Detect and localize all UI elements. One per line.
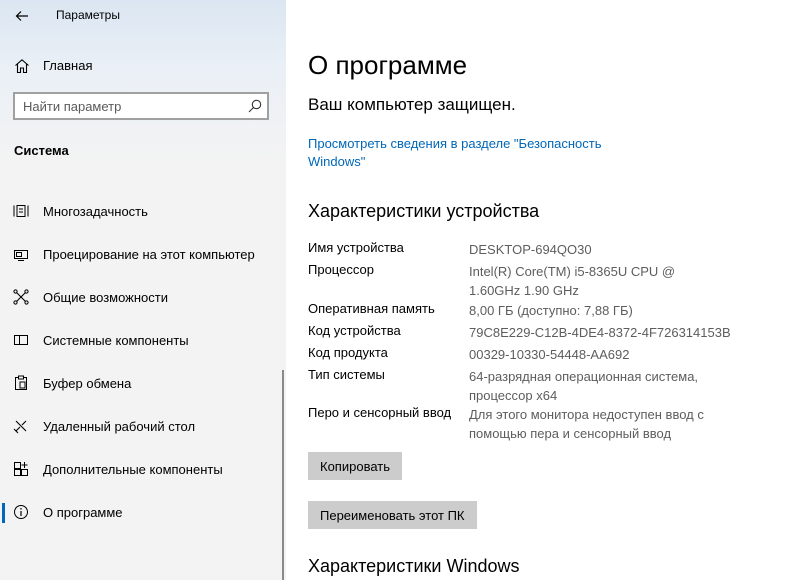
windows-specs-heading: Характеристики Windows xyxy=(308,556,520,576)
device-specs-heading: Характеристики устройства xyxy=(308,201,540,221)
sidebar-item-label: Дополнительные компоненты xyxy=(43,462,223,477)
optional-features-icon xyxy=(13,461,29,477)
sidebar-item-remote-desktop[interactable]: Удаленный рабочий стол xyxy=(0,409,286,445)
rename-pc-button[interactable]: Переименовать этот ПК xyxy=(308,501,477,529)
system-components-icon xyxy=(13,332,29,348)
spec-label: Перо и сенсорный ввод xyxy=(308,405,452,420)
sidebar-item-label: Главная xyxy=(43,58,93,73)
sidebar-item-label: О программе xyxy=(43,505,123,520)
protection-status: Ваш компьютер защищен. xyxy=(308,95,516,114)
section-header: Система xyxy=(14,143,69,158)
spec-value: DESKTOP-694QO30 xyxy=(469,242,592,257)
sidebar-item-system-components[interactable]: Системные компоненты xyxy=(0,323,286,359)
clipboard-icon xyxy=(13,375,29,391)
spec-value: 8,00 ГБ (доступно: 7,88 ГБ) xyxy=(469,303,633,318)
sidebar-scrollbar[interactable] xyxy=(282,370,284,580)
search-box[interactable] xyxy=(13,92,269,120)
spec-label: Оперативная память xyxy=(308,301,435,316)
spec-label: Код устройства xyxy=(308,323,401,338)
projecting-icon xyxy=(13,246,29,262)
sidebar-item-label: Системные компоненты xyxy=(43,333,189,348)
back-button[interactable] xyxy=(0,0,44,32)
copy-button[interactable]: Копировать xyxy=(308,452,402,480)
shared-experiences-icon xyxy=(13,289,29,305)
sidebar: Параметры Главная Система Многозадачност… xyxy=(0,0,286,580)
main-content: О программе Ваш компьютер защищен. Просм… xyxy=(286,0,800,580)
sidebar-item-multitasking[interactable]: Многозадачность xyxy=(0,194,286,230)
sidebar-item-label: Проецирование на этот компьютер xyxy=(43,247,255,262)
spec-value: 00329-10330-54448-AA692 xyxy=(469,347,630,362)
sidebar-item-label: Общие возможности xyxy=(43,290,169,305)
spec-label: Код продукта xyxy=(308,345,388,360)
search-input[interactable] xyxy=(23,97,233,115)
spec-label: Тип системы xyxy=(308,367,385,382)
multitasking-icon xyxy=(13,203,29,219)
home-icon xyxy=(14,58,30,74)
page-title: О программе xyxy=(308,50,468,80)
sidebar-item-projecting[interactable]: Проецирование на этот компьютер xyxy=(0,237,286,273)
spec-value: Intel(R) Core(TM) i5-8365U CPU @ 1.60GHz… xyxy=(469,264,676,298)
sidebar-item-about[interactable]: О программе xyxy=(0,495,286,531)
spec-label: Имя устройства xyxy=(308,240,404,255)
spec-value: Для этого монитора недоступен ввод с пом… xyxy=(469,407,704,441)
sidebar-item-clipboard[interactable]: Буфер обмена xyxy=(0,366,286,402)
spec-value: 79C8E229-C12B-4DE4-8372-4F726314153B xyxy=(469,325,731,340)
sidebar-item-label: Многозадачность xyxy=(43,204,148,219)
remote-desktop-icon xyxy=(13,418,29,434)
windows-security-link[interactable]: Просмотреть сведения в разделе "Безопасн… xyxy=(308,135,608,171)
sidebar-item-home[interactable]: Главная xyxy=(0,50,286,82)
sidebar-item-label: Удаленный рабочий стол xyxy=(43,419,196,434)
sidebar-item-optional-features[interactable]: Дополнительные компоненты xyxy=(0,452,286,488)
sidebar-item-label: Буфер обмена xyxy=(43,376,132,391)
search-icon[interactable] xyxy=(248,99,262,113)
app-title: Параметры xyxy=(56,8,120,22)
sidebar-item-shared-experiences[interactable]: Общие возможности xyxy=(0,280,286,316)
title-bar: Параметры xyxy=(0,0,286,32)
arrow-left-icon xyxy=(15,10,29,22)
selection-indicator xyxy=(2,503,5,523)
info-icon xyxy=(13,504,29,520)
spec-value: 64-разрядная операционная система, проце… xyxy=(469,369,699,403)
spec-label: Процессор xyxy=(308,262,374,277)
